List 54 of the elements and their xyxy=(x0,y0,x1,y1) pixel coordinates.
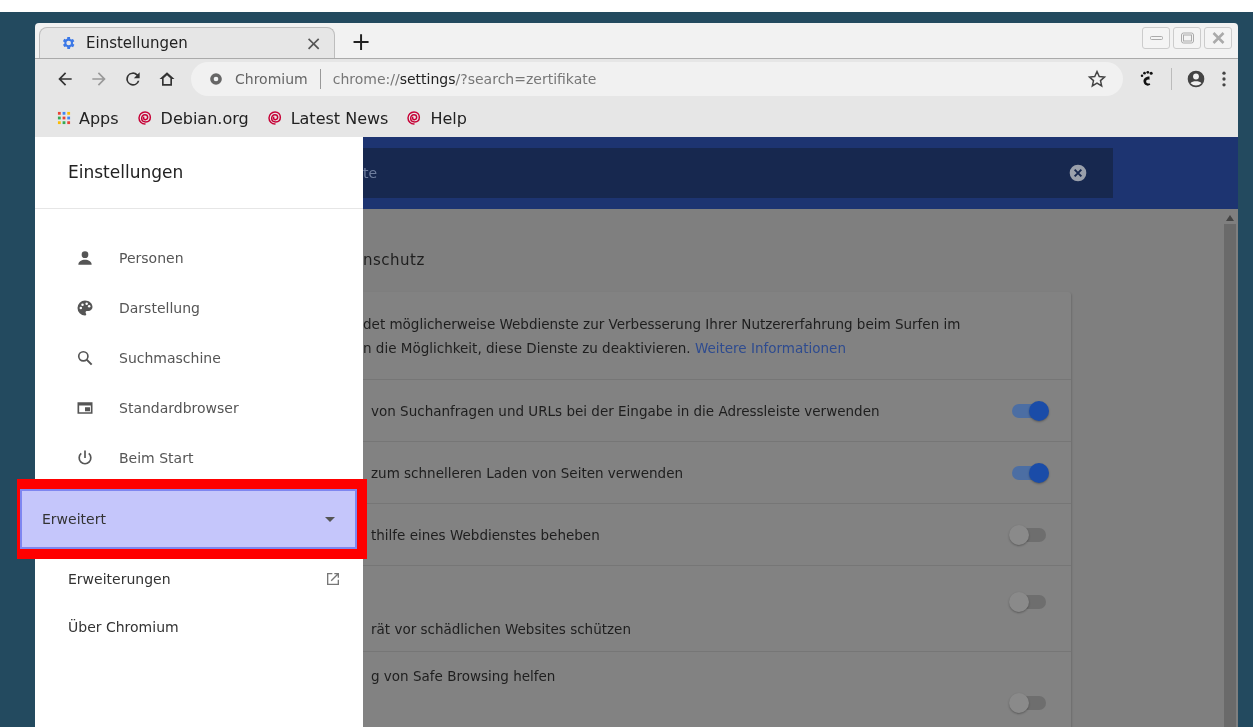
section-title: nschutz xyxy=(363,250,426,271)
swirl-icon xyxy=(136,110,153,126)
menu-item[interactable]: Darstellung xyxy=(35,283,363,333)
url-text: chrome://settings/?search=zertifikate xyxy=(332,71,597,87)
setting-label: zum schnelleren Laden von Seiten verwenden xyxy=(370,464,684,481)
bookmark-item[interactable]: Help xyxy=(406,108,467,128)
swirl-icon xyxy=(266,110,283,126)
toggle-switch[interactable] xyxy=(1012,696,1046,710)
menu-item[interactable]: Erweiterungen xyxy=(35,555,363,603)
site-name: Chromium xyxy=(235,71,308,87)
minimize-button[interactable] xyxy=(1142,27,1170,49)
palette-icon xyxy=(75,298,95,318)
toggle-switch[interactable] xyxy=(1012,594,1046,609)
advanced-item[interactable]: Erweitert xyxy=(20,489,357,549)
tab-title: Einstellungen xyxy=(86,34,189,52)
close-tab-button[interactable]: × xyxy=(305,31,322,55)
person-icon xyxy=(75,248,95,268)
account-icon[interactable] xyxy=(1186,69,1206,89)
gear-icon xyxy=(60,35,76,51)
minimize-icon xyxy=(1149,36,1163,40)
search-icon xyxy=(75,348,95,368)
setting-label: rät vor schädlichen Websites schützen xyxy=(370,621,631,637)
menu-item[interactable]: Suchmaschine xyxy=(35,333,363,383)
toggle-switch[interactable] xyxy=(1012,403,1046,418)
menu-item[interactable]: Über Chromium xyxy=(35,603,363,651)
toggle-switch[interactable] xyxy=(1012,465,1046,480)
menu-icon[interactable] xyxy=(1220,69,1228,89)
search-field[interactable]: te xyxy=(363,148,1113,198)
toggle-switch[interactable] xyxy=(1012,527,1046,542)
new-tab-button[interactable]: + xyxy=(351,28,372,56)
bookmark-item[interactable]: Latest News xyxy=(266,108,389,128)
star-icon[interactable] xyxy=(1087,69,1107,89)
close-window-button[interactable] xyxy=(1204,27,1232,49)
description-text: det möglicherweise Webdienste zur Verbesserung Ihrer Nutzererfahrung beim Surfen im n die Möglichkeit, diese Dienste zu deaktivieren. Weitere Informationen xyxy=(363,314,961,358)
swirl-icon xyxy=(406,110,423,126)
apps-grid-icon xyxy=(57,111,71,125)
tab[interactable]: Einstellungen × xyxy=(39,27,335,58)
scroll-up-icon[interactable] xyxy=(1226,215,1234,221)
address-bar[interactable]: Chromium chrome://settings/?search=zertifikate xyxy=(191,62,1123,96)
setting-label: von Suchanfragen und URLs bei der Eingabe in die Adressleiste verwenden xyxy=(370,402,880,419)
menu-item[interactable]: Beim Start xyxy=(35,433,363,483)
reload-icon[interactable] xyxy=(123,69,143,89)
menu-item[interactable]: Standardbrowser xyxy=(35,383,363,433)
setting-label: thilfe eines Webdienstes beheben xyxy=(370,526,600,543)
bookmark-item[interactable]: Debian.org xyxy=(136,108,249,128)
maximize-button[interactable] xyxy=(1173,27,1201,49)
maximize-icon xyxy=(1180,32,1194,44)
menu-item[interactable]: Personen xyxy=(35,233,363,283)
chromium-logo-icon xyxy=(209,72,223,86)
clear-icon[interactable] xyxy=(1068,163,1088,183)
setting-label: g von Safe Browsing helfen xyxy=(370,668,556,684)
bookmark-item[interactable]: Apps xyxy=(57,108,119,128)
caret-icon xyxy=(325,516,335,522)
close-icon xyxy=(1211,32,1225,44)
